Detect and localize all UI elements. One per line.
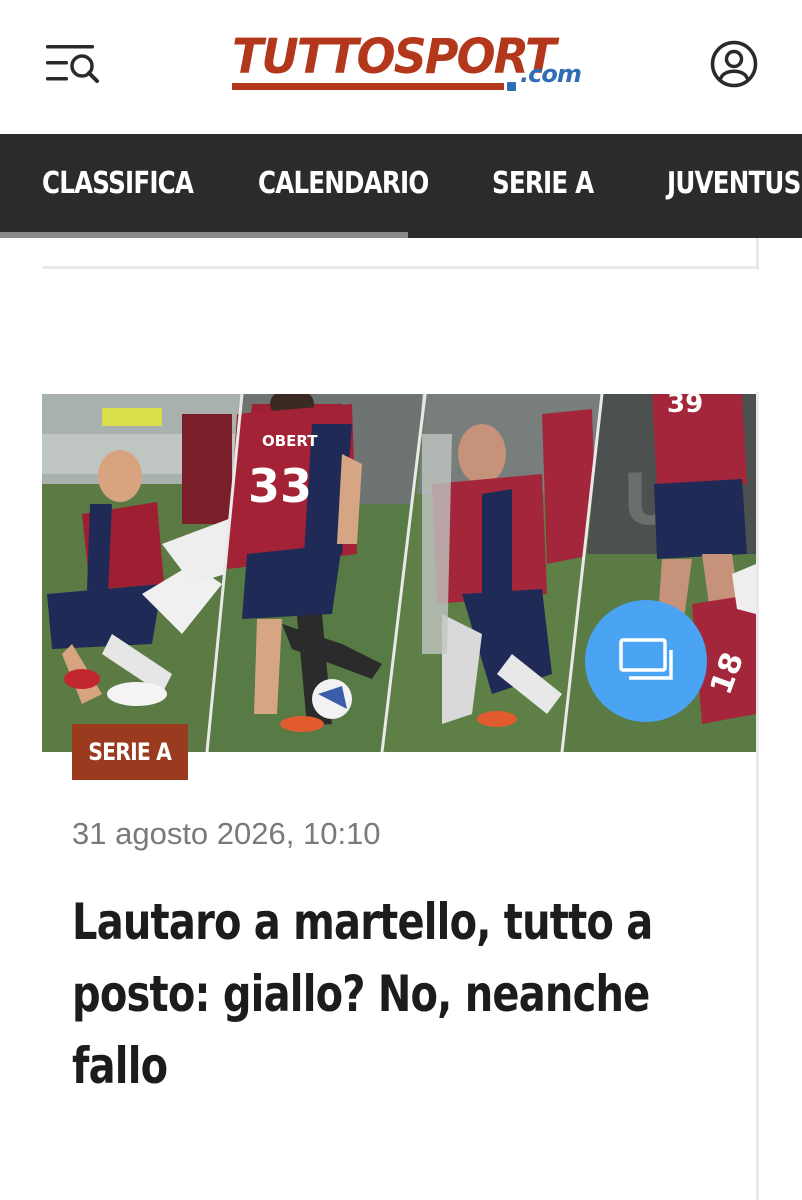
section-nav: CLASSIFICA CALENDARIO SERIE A JUVENTUS — [0, 134, 802, 238]
nav-item-juventus[interactable]: JUVENTUS — [667, 134, 801, 234]
gallery-icon — [619, 638, 673, 680]
nav-scrollbar-thumb[interactable] — [0, 232, 408, 238]
jersey-number-2: 39 — [667, 394, 703, 419]
jersey-name: OBERT — [262, 432, 318, 450]
article-headline[interactable]: Lautaro a martello, tutto a posto: giall… — [72, 886, 752, 1102]
article-date: 31 agosto 2026, 10:10 — [72, 816, 381, 851]
nav-item-calendario[interactable]: CALENDARIO — [258, 134, 429, 234]
logo-suffix: .com — [520, 60, 582, 88]
logo-wordmark: TUTTOSPORT — [232, 28, 556, 85]
menu-search-button[interactable] — [44, 42, 100, 84]
gallery-button[interactable] — [585, 600, 707, 722]
menu-search-icon — [46, 45, 99, 83]
user-account-button[interactable] — [710, 40, 758, 88]
jersey-number: 33 — [248, 459, 312, 513]
site-logo[interactable]: TUTTOSPORT .com — [230, 26, 582, 100]
site-header: TUTTOSPORT .com — [0, 0, 802, 134]
category-badge[interactable]: SERIE A — [72, 724, 188, 780]
card-border — [756, 392, 759, 1200]
logo-dot — [507, 82, 516, 91]
nav-item-classifica[interactable]: CLASSIFICA — [42, 134, 194, 234]
panel-divider — [42, 266, 758, 269]
user-account-icon — [710, 40, 758, 88]
category-label: SERIE A — [88, 738, 173, 766]
logo-underline — [232, 83, 504, 90]
nav-item-serie-a[interactable]: SERIE A — [492, 134, 594, 234]
panel-divider-side — [756, 238, 759, 270]
